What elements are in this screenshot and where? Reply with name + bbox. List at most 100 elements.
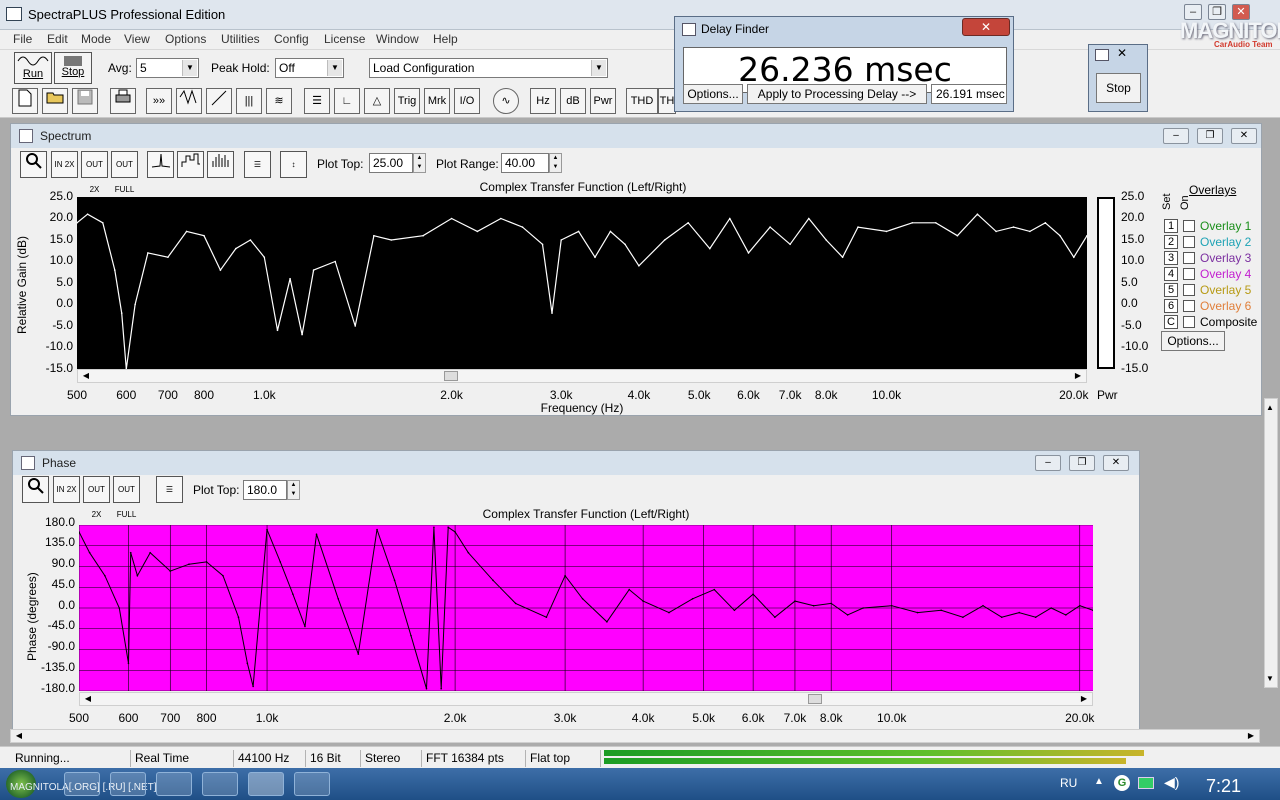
zoom-out-2x-icon[interactable]: OUT 2X bbox=[83, 476, 110, 519]
trigger-button[interactable]: Trig bbox=[394, 88, 420, 114]
delay-finder-close-button[interactable]: ✕ bbox=[962, 18, 1010, 36]
overlay-set-button[interactable]: 6 bbox=[1164, 299, 1178, 313]
overlay-set-button[interactable]: 3 bbox=[1164, 251, 1178, 265]
hz-button[interactable]: Hz bbox=[530, 88, 556, 114]
scroll-right-icon[interactable]: ▶ bbox=[1078, 694, 1090, 704]
axes-icon[interactable]: ∟ bbox=[334, 88, 360, 114]
thd-button[interactable]: THD bbox=[626, 88, 658, 114]
overlay-checkbox[interactable] bbox=[1183, 220, 1195, 232]
language-indicator[interactable]: RU bbox=[1060, 776, 1077, 790]
overlay-set-button[interactable]: 4 bbox=[1164, 267, 1178, 281]
overlay-checkbox[interactable] bbox=[1183, 252, 1195, 264]
stop-button[interactable]: Stop bbox=[54, 52, 92, 84]
plot-range-input[interactable]: 40.00 ▲ ▼ bbox=[501, 153, 562, 173]
configuration-select[interactable]: Load Configuration ▼ bbox=[369, 58, 608, 78]
main-h-scrollbar[interactable]: ◀ ▶ bbox=[10, 729, 1260, 743]
phase-minimize-button[interactable]: – bbox=[1035, 455, 1061, 471]
tray-app-icon[interactable]: G bbox=[1114, 775, 1130, 791]
properties-icon[interactable]: ☰ bbox=[156, 476, 183, 503]
overlay-set-button[interactable]: 2 bbox=[1164, 235, 1178, 249]
menu-file[interactable]: File bbox=[13, 32, 32, 46]
main-v-scrollbar[interactable]: ▲ ▼ bbox=[1264, 398, 1278, 688]
spin-arrows-icon[interactable]: ▲ ▼ bbox=[549, 153, 562, 173]
io-button[interactable]: I/O bbox=[454, 88, 480, 114]
explorer-taskbar-icon[interactable] bbox=[64, 772, 100, 796]
phase-close-button[interactable]: ✕ bbox=[1103, 455, 1129, 471]
menu-mode[interactable]: Mode bbox=[81, 32, 111, 46]
scroll-up-icon[interactable]: ▲ bbox=[1266, 403, 1274, 412]
spectraplus-taskbar-icon[interactable] bbox=[248, 772, 284, 796]
zoom-out-full-icon[interactable]: OUT FULL bbox=[111, 151, 138, 194]
network-icon[interactable] bbox=[1138, 777, 1154, 789]
spectrogram-icon[interactable]: ≋ bbox=[266, 88, 292, 114]
zoom-out-2x-icon[interactable]: OUT 2X bbox=[81, 151, 108, 194]
phase-plot-top-input[interactable]: 180.0 ▲ ▼ bbox=[243, 480, 300, 500]
tray-expand-icon[interactable]: ▲ bbox=[1094, 776, 1104, 787]
scroll-right-icon[interactable]: ▶ bbox=[1072, 371, 1084, 381]
overlay-checkbox[interactable] bbox=[1183, 268, 1195, 280]
menu-view[interactable]: View bbox=[124, 32, 150, 46]
peak-line-icon[interactable] bbox=[147, 151, 174, 178]
overlay-checkbox[interactable] bbox=[1183, 284, 1195, 296]
mini-window-close-icon[interactable]: ✕ bbox=[1117, 46, 1127, 60]
step-line-icon[interactable] bbox=[177, 151, 204, 178]
spectrum-minimize-button[interactable]: – bbox=[1163, 128, 1189, 144]
spectrum-plot[interactable] bbox=[77, 197, 1087, 369]
new-file-icon[interactable] bbox=[12, 88, 38, 114]
plot-top-input[interactable]: 25.00 ▲ ▼ bbox=[369, 153, 426, 173]
menu-edit[interactable]: Edit bbox=[47, 32, 68, 46]
firefox-taskbar-icon[interactable] bbox=[156, 772, 192, 796]
zoom-icon[interactable] bbox=[20, 151, 47, 178]
signal-generator-icon[interactable] bbox=[176, 88, 202, 114]
scroll-thumb[interactable] bbox=[444, 371, 458, 381]
zoom-icon[interactable] bbox=[22, 476, 49, 503]
app-taskbar-icon[interactable] bbox=[294, 772, 330, 796]
spectrum-close-button[interactable]: ✕ bbox=[1231, 128, 1257, 144]
menu-config[interactable]: Config bbox=[274, 32, 309, 46]
menu-help[interactable]: Help bbox=[433, 32, 458, 46]
scroll-right-icon[interactable]: ▶ bbox=[1245, 731, 1257, 741]
media-taskbar-icon[interactable] bbox=[110, 772, 146, 796]
scroll-left-icon[interactable]: ◀ bbox=[80, 371, 92, 381]
list-view-icon[interactable]: ☰ bbox=[304, 88, 330, 114]
fast-forward-icon[interactable]: »» bbox=[146, 88, 172, 114]
scroll-left-icon[interactable]: ◀ bbox=[82, 694, 94, 704]
delay-options-button[interactable]: Options... bbox=[683, 84, 743, 104]
spectrum-h-scrollbar[interactable]: ◀ ▶ bbox=[77, 369, 1087, 383]
scroll-down-icon[interactable]: ▼ bbox=[1266, 674, 1274, 683]
zoom-in-2x-icon[interactable]: IN 2X bbox=[53, 476, 80, 503]
marker-button[interactable]: Mrk bbox=[424, 88, 450, 114]
volume-icon[interactable]: ◀) bbox=[1164, 774, 1179, 791]
ramp-icon[interactable] bbox=[206, 88, 232, 114]
peak-hold-select[interactable]: Off ▼ bbox=[275, 58, 344, 78]
clock-time[interactable]: 7:21 bbox=[1206, 776, 1241, 797]
spectrum-restore-button[interactable]: ❐ bbox=[1197, 128, 1223, 144]
scroll-thumb[interactable] bbox=[808, 694, 822, 704]
menu-options[interactable]: Options bbox=[165, 32, 206, 46]
menu-license[interactable]: License bbox=[324, 32, 365, 46]
overlay-checkbox[interactable] bbox=[1183, 300, 1195, 312]
db-button[interactable]: dB bbox=[560, 88, 586, 114]
phase-restore-button[interactable]: ❐ bbox=[1069, 455, 1095, 471]
triangle-icon[interactable]: △ bbox=[364, 88, 390, 114]
pwr-button[interactable]: Pwr bbox=[590, 88, 616, 114]
phase-h-scrollbar[interactable]: ◀ ▶ bbox=[79, 692, 1093, 706]
overlay-checkbox[interactable] bbox=[1183, 316, 1195, 328]
menu-utilities[interactable]: Utilities bbox=[221, 32, 260, 46]
zoom-in-2x-icon[interactable]: IN 2X bbox=[51, 151, 78, 178]
overlays-options-button[interactable]: Options... bbox=[1161, 331, 1225, 351]
scroll-left-icon[interactable]: ◀ bbox=[13, 731, 25, 741]
overlay-set-button[interactable]: C bbox=[1164, 315, 1178, 329]
sine-circle-icon[interactable]: ∿ bbox=[493, 88, 519, 114]
phase-plot[interactable] bbox=[79, 525, 1093, 691]
spin-arrows-icon[interactable]: ▲ ▼ bbox=[413, 153, 426, 173]
avg-select[interactable]: 5 ▼ bbox=[136, 58, 199, 78]
spin-arrows-icon[interactable]: ▲ ▼ bbox=[287, 480, 300, 500]
open-folder-icon[interactable] bbox=[42, 88, 68, 114]
zoom-out-full-icon[interactable]: OUT FULL bbox=[113, 476, 140, 519]
bar-graph-icon[interactable] bbox=[207, 151, 234, 178]
overlay-set-button[interactable]: 5 bbox=[1164, 283, 1178, 297]
mini-stop-button[interactable]: Stop bbox=[1096, 73, 1141, 103]
save-disk-icon[interactable] bbox=[72, 88, 98, 114]
ie-taskbar-icon[interactable] bbox=[202, 772, 238, 796]
